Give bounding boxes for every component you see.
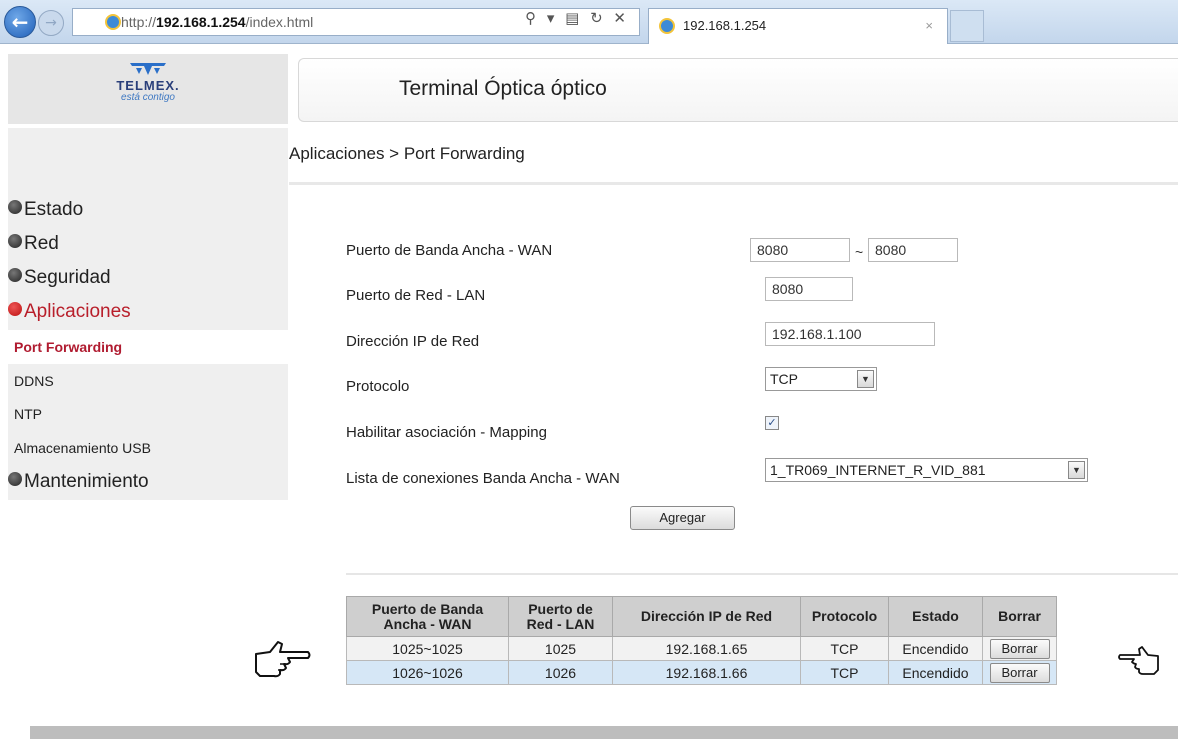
wan-port-start-input[interactable]: 8080: [750, 238, 850, 262]
tab-title: 192.168.1.254: [683, 18, 767, 33]
header-text: Ancha - WAN: [383, 615, 472, 632]
address-bar[interactable]: http://192.168.1.254/index.html ⚲ ▾ ▤ ↻ …: [72, 8, 640, 36]
cell-state: Encendido: [888, 636, 983, 661]
header-text: Puerto de: [528, 600, 593, 617]
url-host: 192.168.1.254: [156, 14, 246, 30]
lan-port-label: Puerto de Red - LAN: [346, 287, 486, 304]
cell-protocol: TCP: [800, 636, 889, 661]
footer-bar: [30, 726, 1178, 739]
header-text: Puerto de Banda: [371, 600, 484, 617]
cell-state: Encendido: [888, 660, 983, 685]
submenu-item-usb-storage[interactable]: Almacenamiento USB: [14, 440, 151, 456]
chevron-down-icon: ▼: [857, 370, 874, 388]
cell-lan-port: 1026: [508, 660, 613, 685]
col-delete: Borrar: [982, 596, 1057, 637]
header-title-box: Terminal Óptica óptico: [298, 58, 1178, 122]
menu-item-seguridad[interactable]: Seguridad: [8, 267, 111, 289]
menu-item-estado[interactable]: Estado: [8, 199, 83, 221]
menu-item-aplicaciones[interactable]: Aplicaciones: [8, 301, 131, 323]
protocol-select[interactable]: TCP ▼: [765, 367, 877, 391]
chevron-down-icon: ▼: [1068, 461, 1085, 479]
wan-connections-select[interactable]: 1_TR069_INTERNET_R_VID_881 ▼: [765, 458, 1088, 482]
internet-explorer-icon: [105, 14, 121, 30]
protocol-value: TCP: [770, 371, 798, 387]
menu-item-label: Estado: [24, 199, 84, 220]
menu-item-label: Seguridad: [24, 267, 111, 288]
menu-item-label: Red: [24, 233, 59, 254]
cell-ip-address: 192.168.1.65: [612, 636, 801, 661]
table-row: 1026~1026 1026 192.168.1.66 TCP Encendid…: [346, 660, 1057, 685]
menu-item-mantenimiento[interactable]: Mantenimiento: [8, 471, 149, 493]
add-button[interactable]: Agregar: [630, 506, 735, 530]
cell-delete: Borrar: [982, 636, 1057, 661]
telmex-logo-icon: [130, 63, 166, 75]
mapping-label: Habilitar asociación - Mapping: [346, 424, 547, 441]
cell-ip-address: 192.168.1.66: [612, 660, 801, 685]
circle-bullet-icon: [8, 200, 22, 214]
port-forwarding-table: Puerto de Banda Ancha - WAN Puerto de Red …: [346, 596, 1057, 685]
divider: [346, 573, 1178, 575]
cell-protocol: TCP: [800, 660, 889, 685]
forward-arrow-icon[interactable]: →: [38, 10, 64, 36]
new-tab-button[interactable]: [950, 10, 984, 42]
delete-button[interactable]: Borrar: [989, 662, 1050, 683]
pointing-hand-left-icon: [1118, 646, 1159, 675]
back-arrow-icon[interactable]: ←: [4, 6, 36, 38]
wan-port-label: Puerto de Banda Ancha - WAN: [346, 242, 553, 259]
submenu-item-ntp[interactable]: NTP: [14, 406, 42, 422]
table-row: 1025~1025 1025 192.168.1.65 TCP Encendid…: [346, 636, 1057, 661]
circle-bullet-icon: [8, 234, 22, 248]
tab-close-icon[interactable]: ×: [925, 9, 933, 43]
submenu-item-port-forwarding[interactable]: Port Forwarding: [14, 339, 122, 355]
col-ip-address: Dirección IP de Red: [612, 596, 801, 637]
wan-port-end-input[interactable]: 8080: [868, 238, 958, 262]
col-state: Estado: [888, 596, 983, 637]
divider: [289, 182, 1178, 185]
pointing-hand-right-icon: [255, 641, 311, 678]
submenu-item-ddns[interactable]: DDNS: [14, 373, 54, 389]
internet-explorer-icon: [659, 18, 675, 34]
browser-toolbar: ← → http://192.168.1.254/index.html ⚲ ▾ …: [0, 0, 1178, 44]
col-wan-port: Puerto de Banda Ancha - WAN: [346, 596, 509, 637]
cell-delete: Borrar: [982, 660, 1057, 685]
address-controls[interactable]: ⚲ ▾ ▤ ↻ ✕: [525, 9, 629, 27]
protocol-label: Protocolo: [346, 378, 410, 395]
browser-tab[interactable]: 192.168.1.254 ×: [648, 8, 948, 44]
col-lan-port: Puerto de Red - LAN: [508, 596, 613, 637]
port-range-separator: ~: [855, 244, 864, 260]
circle-bullet-icon: [8, 268, 22, 282]
lan-port-input[interactable]: 8080: [765, 277, 853, 301]
wan-connections-label: Lista de conexiones Banda Ancha - WAN: [346, 470, 620, 487]
menu-item-label: Mantenimiento: [24, 471, 149, 492]
logo-text: TELMEX.: [116, 78, 180, 93]
circle-bullet-icon: [8, 302, 22, 316]
page-title: Terminal Óptica óptico: [399, 77, 607, 100]
ip-address-input[interactable]: 192.168.1.100: [765, 322, 935, 346]
cell-wan-port: 1026~1026: [346, 660, 509, 685]
mapping-checkbox[interactable]: ✓: [765, 416, 779, 430]
breadcrumb: Aplicaciones > Port Forwarding: [289, 144, 525, 163]
col-protocol: Protocolo: [800, 596, 889, 637]
header-text: Red - LAN: [526, 615, 595, 632]
logo-subtitle: está contigo: [121, 92, 175, 103]
menu-item-label: Aplicaciones: [24, 301, 131, 322]
wan-connection-value: 1_TR069_INTERNET_R_VID_881: [770, 462, 986, 478]
cell-lan-port: 1025: [508, 636, 613, 661]
cell-wan-port: 1025~1025: [346, 636, 509, 661]
menu-item-red[interactable]: Red: [8, 233, 59, 255]
delete-button[interactable]: Borrar: [989, 638, 1050, 659]
circle-bullet-icon: [8, 472, 22, 486]
telmex-logo: TELMEX. está contigo: [8, 54, 288, 124]
ip-address-label: Dirección IP de Red: [346, 333, 480, 350]
url-prefix: http://: [121, 14, 157, 30]
table-header-row: Puerto de Banda Ancha - WAN Puerto de Red …: [346, 596, 1057, 637]
url-path: /index.html: [245, 14, 314, 30]
